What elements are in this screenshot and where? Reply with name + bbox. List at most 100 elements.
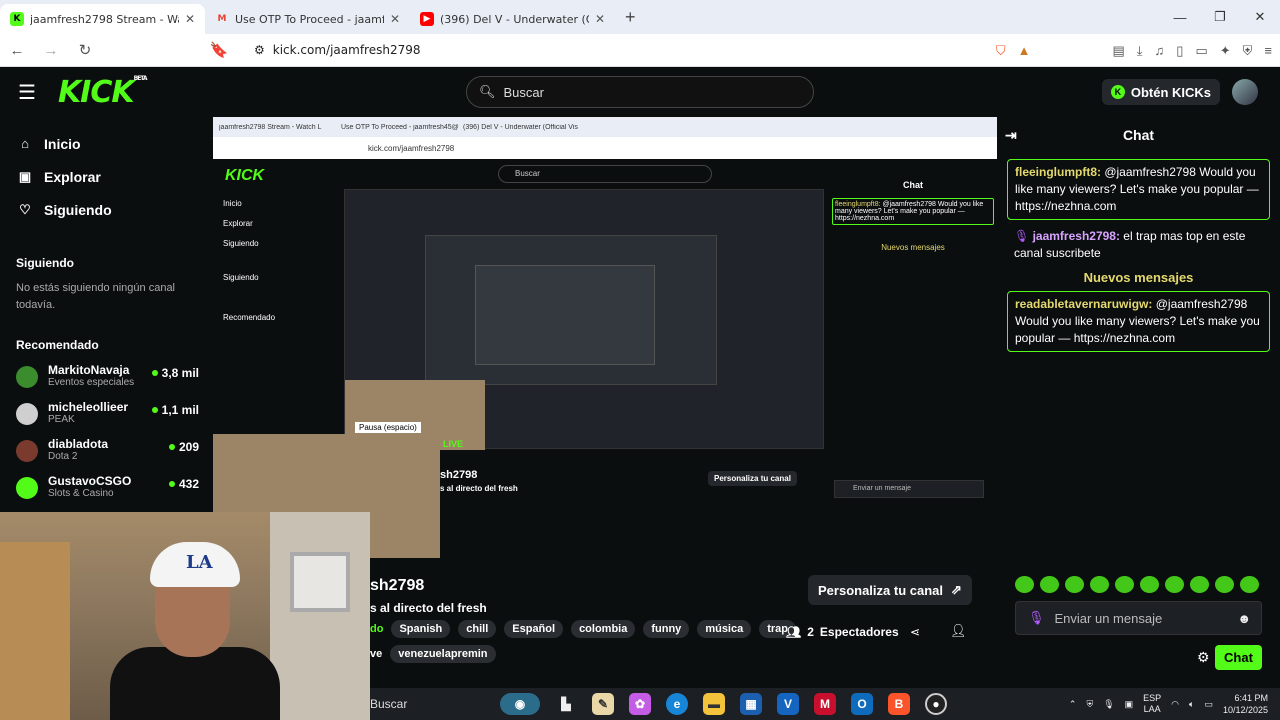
wifi-icon[interactable]: ◠ [1171,699,1179,710]
tray-chevron-icon[interactable]: ⌃ [1069,699,1077,710]
browser-tab-gmail[interactable]: M Use OTP To Proceed - jaamfresh45@ ✕ [205,4,410,34]
sidebar-item-inicio[interactable]: ⌂ Inicio [0,127,213,160]
close-window-icon[interactable]: ✕ [1240,0,1280,34]
url-field[interactable]: ⚙ kick.com/jaamfresh2798 [254,37,954,63]
tag[interactable]: funny [643,620,690,638]
outlook-icon[interactable]: O [851,693,873,715]
share-icon[interactable]: ⋖ [910,625,920,639]
emote-icon[interactable] [1090,576,1109,593]
emote-icon[interactable] [1015,576,1034,593]
new-tab-icon[interactable]: + [625,7,636,28]
site-info-icon[interactable]: ⚙ [254,43,265,57]
tag[interactable]: chill [458,620,497,638]
emote-icon[interactable] [1065,576,1084,593]
personalize-channel-button[interactable]: Personaliza tu canal ⇗ [808,575,972,605]
channel-name[interactable]: sh2798 [370,577,424,595]
nested-recommended: Recomendado [223,313,276,322]
mic-icon[interactable]: 🎙︎ [1028,610,1045,626]
bookmark-icon[interactable]: 🔖 [202,41,236,59]
user-avatar[interactable] [1232,79,1258,105]
new-messages-divider[interactable]: Nuevos mensajes [997,270,1280,285]
obs-icon[interactable]: ● [925,693,947,715]
kick-logo[interactable]: KICKBETA [58,75,148,110]
recommended-channel[interactable]: GustavoCSGO Slots & Casino 432 [0,469,213,506]
tag[interactable]: venezuelapremin [390,645,496,663]
tab-title: Use OTP To Proceed - jaamfresh45@ [235,12,384,26]
tag[interactable]: Español [504,620,564,638]
emote-icon[interactable] [1240,576,1259,593]
chat-title: Chat [1122,127,1155,143]
maximize-icon[interactable]: ❐ [1200,0,1240,34]
tray-app-icon[interactable]: ▣ [1125,699,1134,710]
tag[interactable]: música [697,620,752,638]
close-tab-icon[interactable]: ✕ [185,12,195,26]
emote-icon[interactable] [1190,576,1209,593]
tag[interactable]: colombia [571,620,636,638]
video-player[interactable]: jaamfresh2798 Stream - Watch L Use OTP T… [213,117,997,558]
collapse-chat-icon[interactable]: ⇥ [1005,127,1017,144]
copilot-icon[interactable]: ✿ [629,693,651,715]
chat-username[interactable]: readabletavernaruwigw: [1015,297,1152,311]
brave-shield-icon[interactable]: ⛉ [996,43,1006,59]
volume-icon[interactable]: 🔈︎ [1189,699,1194,710]
defender-icon[interactable]: ⛨ [1086,699,1093,710]
taskbar-search[interactable]: Buscar [370,697,470,711]
mic-icon[interactable]: 🎙︎ [1103,699,1114,710]
search-input[interactable]: 🔍︎ Buscar [466,76,814,108]
brave-rewards-icon[interactable]: ▲ [1018,43,1031,58]
language-indicator[interactable]: ESP LAA [1143,693,1161,715]
brave-icon[interactable]: B [888,693,910,715]
forward-icon[interactable]: → [34,42,68,59]
chat-username[interactable]: fleeinglumpft8: [1015,165,1101,179]
get-kicks-button[interactable]: K Obtén KICKs [1101,79,1220,105]
vpn-icon[interactable]: ⛨ [1243,43,1253,59]
sidebar-icon[interactable]: ▯ [1176,43,1183,59]
sidebar-item-explorar[interactable]: ▣ Explorar [0,160,213,193]
add-user-icon[interactable]: 👤︎ [950,623,967,639]
browser-tab-youtube[interactable]: ▶ (396) Del V - Underwater (Official Vis… [410,4,615,34]
download-icon[interactable]: ⤓ [1137,43,1143,59]
clock[interactable]: 6:41 PM 10/12/2025 [1223,692,1268,716]
emote-icon[interactable] [1115,576,1134,593]
calculator-icon[interactable]: ▦ [740,693,762,715]
browser-tab-kick[interactable]: K jaamfresh2798 Stream - Watch L ✕ [0,4,205,34]
ai-icon[interactable]: ✦ [1220,43,1231,59]
chat-input[interactable]: 🎙︎ Enviar un mensaje ☻ [1015,601,1262,635]
notepad-icon[interactable]: ✎ [592,693,614,715]
mcafee-icon[interactable]: M [814,693,836,715]
tag[interactable]: Spanish [391,620,451,638]
emote-icon[interactable] [1165,576,1184,593]
wallet-icon[interactable]: ▭ [1195,43,1207,59]
recommended-channel[interactable]: micheleollieer PEAK 1,1 mil [0,395,213,432]
chat-message: fleeinglumpft8: @jaamfresh2798 Would you… [1007,159,1270,220]
file-explorer-icon[interactable]: ▬ [703,693,725,715]
reload-icon[interactable]: ↻ [68,41,102,59]
nested-chat-input: Enviar un mensaje [834,480,984,498]
category-link[interactable]: do [370,623,383,635]
visual-studio-icon[interactable]: V [777,693,799,715]
close-tab-icon[interactable]: ✕ [595,12,605,26]
hamburger-menu-icon[interactable]: ☰ [18,80,36,105]
live-dot-icon [168,481,175,487]
recommended-channel[interactable]: diabladota Dota 2 209 [0,432,213,469]
gear-icon[interactable]: ⚙ [1197,649,1210,666]
widgets-icon[interactable]: ◉ [500,693,540,715]
minimize-icon[interactable]: — [1160,0,1200,34]
task-view-icon[interactable]: ▙ [555,693,577,715]
recommended-channel[interactable]: MarkitoNavaja Eventos especiales 3,8 mil [0,358,213,395]
close-tab-icon[interactable]: ✕ [390,12,400,26]
send-chat-button[interactable]: Chat [1215,645,1262,670]
emote-icon[interactable] [1140,576,1159,593]
chat-username[interactable]: jaamfresh2798: [1033,229,1120,243]
tag-list: do Spanish chill Español colombia funny … [370,620,797,638]
media-icon[interactable]: ♫ [1155,43,1165,58]
edge-icon[interactable]: e [666,693,688,715]
emoji-icon[interactable]: ☻ [1237,611,1251,626]
sidebar-item-siguiendo[interactable]: ♡ Siguiendo [0,193,213,226]
menu-icon[interactable]: ≡ [1264,43,1272,58]
back-icon[interactable]: ← [0,42,34,59]
emote-icon[interactable] [1040,576,1059,593]
battery-icon[interactable]: ▭ [1204,699,1213,710]
emote-icon[interactable] [1215,576,1234,593]
reader-icon[interactable]: ▤ [1112,43,1124,59]
